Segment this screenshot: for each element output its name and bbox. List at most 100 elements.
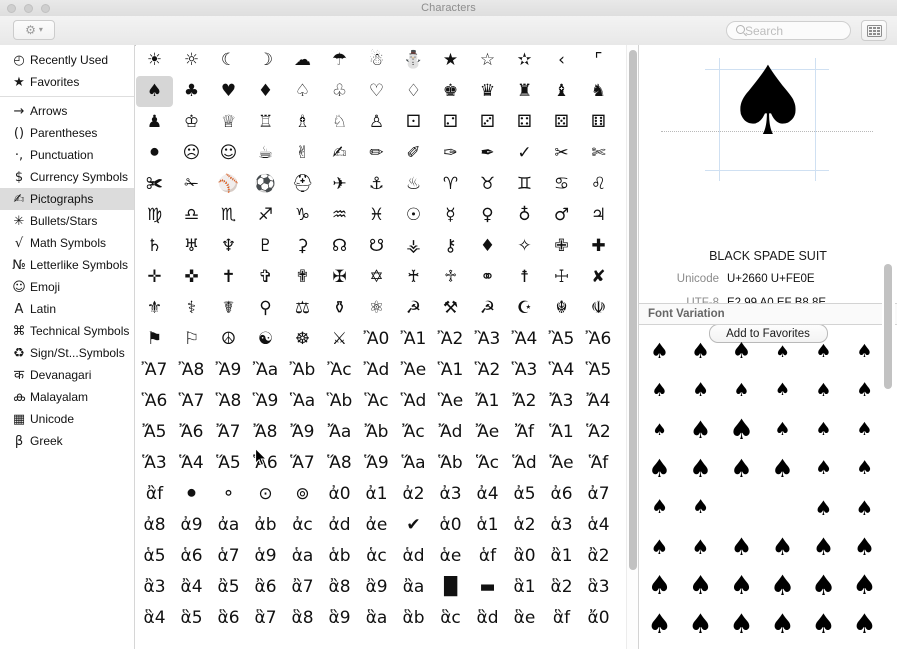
character-cell[interactable]: ⚭ <box>469 262 506 293</box>
character-cell[interactable]: Ἄ3 <box>543 386 580 417</box>
character-cell[interactable]: ἁ2 <box>506 510 543 541</box>
font-variation-cell[interactable]: ♠ <box>680 332 721 371</box>
font-variation-cell[interactable]: ♠ <box>803 488 844 527</box>
character-cell[interactable]: ἃf <box>543 603 580 634</box>
character-cell[interactable]: ☼ <box>173 45 210 76</box>
character-cell[interactable]: ♦ <box>469 231 506 262</box>
character-cell[interactable]: ♀ <box>469 200 506 231</box>
sidebar-item-technical-symbols[interactable]: ⌘ Technical Symbols <box>0 320 134 342</box>
character-cell[interactable]: Ἂ8 <box>173 355 210 386</box>
character-cell[interactable]: ✈ <box>321 169 358 200</box>
character-cell[interactable]: Ἃ1 <box>432 355 469 386</box>
character-cell[interactable]: ‹ <box>543 45 580 76</box>
action-gear-button[interactable]: ⚙ ▾ <box>13 20 55 40</box>
character-cell[interactable]: ✌ <box>284 138 321 169</box>
character-cell[interactable]: ✄ <box>580 138 617 169</box>
character-cell[interactable]: ⚫ <box>173 479 210 510</box>
sidebar-item-arrows[interactable]: → Arrows <box>0 100 134 122</box>
character-cell[interactable]: ♅ <box>173 231 210 262</box>
sidebar-item-parentheses[interactable]: () Parentheses <box>0 122 134 144</box>
character-cell[interactable]: ♎ <box>173 200 210 231</box>
character-cell[interactable]: ἃ9 <box>321 603 358 634</box>
character-cell[interactable]: ἂf <box>136 479 173 510</box>
font-variation-cell[interactable]: ♠ <box>844 410 885 449</box>
character-cell[interactable]: Ἄ4 <box>580 386 617 417</box>
character-cell[interactable]: ἀ0 <box>321 479 358 510</box>
character-cell[interactable]: ♚ <box>432 76 469 107</box>
character-cell[interactable]: ♤ <box>284 76 321 107</box>
character-cell[interactable]: ✔ <box>395 510 432 541</box>
character-cell[interactable]: ♝ <box>543 76 580 107</box>
character-cell[interactable]: ✏ <box>358 138 395 169</box>
font-variation-cell[interactable]: ♠ <box>639 605 680 644</box>
character-cell[interactable]: ♞ <box>580 76 617 107</box>
character-cell[interactable]: ★ <box>432 45 469 76</box>
detail-scrollbar-thumb[interactable] <box>884 264 892 389</box>
character-cell[interactable]: Ἂa <box>247 355 284 386</box>
character-cell[interactable]: Ἂd <box>358 355 395 386</box>
character-cell[interactable]: ἁd <box>395 541 432 572</box>
character-cell[interactable]: ἀ4 <box>469 479 506 510</box>
character-cell[interactable]: ἃ4 <box>136 603 173 634</box>
character-cell[interactable]: ▬ <box>469 572 506 603</box>
sidebar-item-devanagari[interactable]: क Devanagari <box>0 364 134 386</box>
font-variation-cell[interactable]: ♠ <box>803 449 844 488</box>
character-cell[interactable]: ἃe <box>506 603 543 634</box>
character-cell[interactable]: ♓ <box>358 200 395 231</box>
character-cell[interactable]: ♣ <box>173 76 210 107</box>
character-cell[interactable]: ἃ2 <box>543 572 580 603</box>
sidebar-item-sign-st-symbols[interactable]: ♻ Sign/St...Symbols <box>0 342 134 364</box>
font-variation-cell[interactable]: ♠ <box>844 527 885 566</box>
character-cell[interactable]: ♡ <box>358 76 395 107</box>
character-cell[interactable]: ♉ <box>469 169 506 200</box>
character-cell[interactable]: Ἅ8 <box>321 448 358 479</box>
character-cell[interactable]: ♥ <box>210 76 247 107</box>
character-cell[interactable]: ✝ <box>210 262 247 293</box>
font-variation-cell[interactable]: ♠ <box>844 449 885 488</box>
character-cell[interactable]: ⚜ <box>136 293 173 324</box>
font-variation-cell[interactable]: ♠ <box>680 605 721 644</box>
character-cell[interactable]: ♗ <box>284 107 321 138</box>
character-cell[interactable]: ⚅ <box>580 107 617 138</box>
character-cell[interactable]: Ἄ8 <box>247 417 284 448</box>
character-cell[interactable]: ☂ <box>321 45 358 76</box>
character-cell[interactable]: ἀc <box>284 510 321 541</box>
character-cell[interactable]: Ἂb <box>284 355 321 386</box>
sidebar-item-pictographs[interactable]: ✍ Pictographs <box>0 188 134 210</box>
character-cell[interactable]: ✁ <box>173 169 210 200</box>
character-cell[interactable]: ✘ <box>580 262 617 293</box>
character-cell[interactable]: ἂ0 <box>506 541 543 572</box>
character-cell[interactable]: ἀ7 <box>580 479 617 510</box>
character-cell[interactable]: ♈ <box>432 169 469 200</box>
character-cell[interactable]: Ἃ8 <box>210 386 247 417</box>
character-cell[interactable]: ἁe <box>432 541 469 572</box>
character-cell[interactable]: ✠ <box>321 262 358 293</box>
font-variation-cell[interactable]: ♠ <box>762 449 803 488</box>
font-variation-cell[interactable]: ♠ <box>721 332 762 371</box>
character-cell[interactable]: ☫ <box>580 293 617 324</box>
character-cell[interactable]: ἃc <box>432 603 469 634</box>
font-variation-cell[interactable]: ♠ <box>803 410 844 449</box>
font-variation-cell[interactable]: ♠ <box>639 449 680 488</box>
title-bar[interactable]: Characters <box>0 0 897 17</box>
font-variation-cell[interactable]: ♠ <box>721 644 762 649</box>
character-cell[interactable]: ✚ <box>580 231 617 262</box>
font-variation-cell[interactable]: ♠ <box>721 371 762 410</box>
character-grid[interactable]: ☀ ☼ ☾ ☽ ☁ ☂ ☃ ⛄ ★ ☆ ✫ ‹ ⌜ ♠ ♣ ♥ ♦ ♤ ♧ ♡ ♢ ♚ ♛ ♜ ♝ ♞ ♟ ♔ ♕ ♖ ♗ ♘ ♙ ⚀ ⚁ ⚂ ⚃ ⚄ ⚅ ⚫… <box>136 45 638 649</box>
font-variation-cell[interactable]: ♠ <box>803 605 844 644</box>
character-cell[interactable]: Ἃd <box>395 386 432 417</box>
character-cell[interactable]: ♰ <box>395 262 432 293</box>
character-cell[interactable]: ἃ6 <box>210 603 247 634</box>
character-cell[interactable]: ✒ <box>469 138 506 169</box>
character-cell[interactable]: Ἅ2 <box>580 417 617 448</box>
character-cell[interactable]: Ἅe <box>543 448 580 479</box>
category-sidebar[interactable]: ◴ Recently Used ★ Favorites → Arrows () Parenth… <box>0 45 135 649</box>
character-cell[interactable]: ✡ <box>358 262 395 293</box>
font-variation-cell[interactable] <box>762 488 803 527</box>
character-cell[interactable]: ♊ <box>506 169 543 200</box>
character-cell[interactable]: Ἂ7 <box>136 355 173 386</box>
character-cell[interactable]: Ἅ3 <box>136 448 173 479</box>
character-cell[interactable]: Ἅa <box>395 448 432 479</box>
character-cell[interactable]: Ἄ1 <box>469 386 506 417</box>
character-cell[interactable]: Ἄ7 <box>210 417 247 448</box>
